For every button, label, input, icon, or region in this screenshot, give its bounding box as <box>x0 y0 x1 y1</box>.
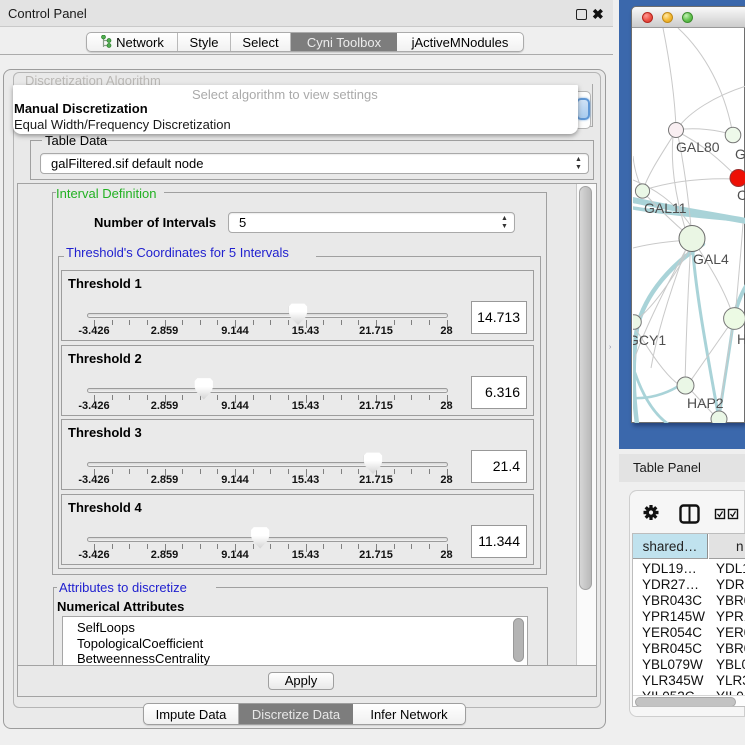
svg-text:C: C <box>737 187 745 203</box>
svg-text:GAL80: GAL80 <box>676 139 720 155</box>
svg-text:GAL11: GAL11 <box>644 200 687 216</box>
svg-text:GCY1: GCY1 <box>633 332 666 348</box>
svg-text:HAP2: HAP2 <box>687 395 724 411</box>
svg-text:GA: GA <box>735 146 745 162</box>
svg-text:GAL4: GAL4 <box>693 251 729 267</box>
svg-text:H: H <box>737 331 745 347</box>
